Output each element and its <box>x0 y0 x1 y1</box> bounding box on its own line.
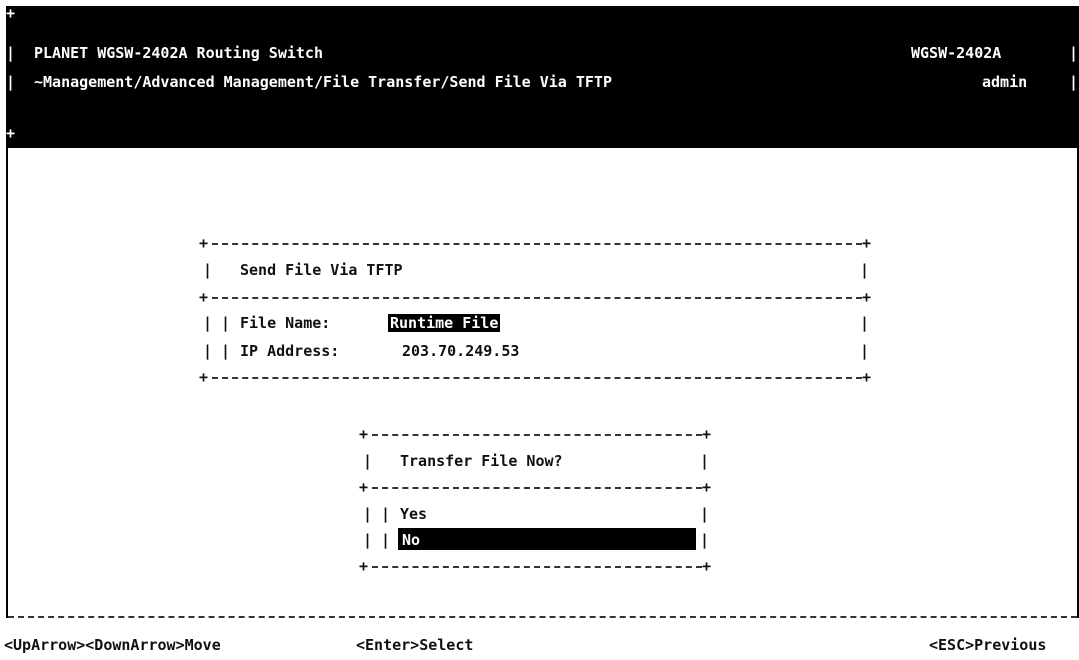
dialog-pipe-left: | <box>203 261 213 279</box>
dialog-corner-tr: + <box>862 234 872 252</box>
ip-address-label: IP Address: <box>240 342 340 360</box>
header-bar: + | PLANET WGSW-2402A Routing Switch WGS… <box>6 4 1079 148</box>
header-pipe-right-2: | <box>1069 73 1079 91</box>
header-pipe-left-2: | <box>6 73 16 91</box>
confirm-top-border <box>372 434 702 436</box>
confirm-pipe-left: | <box>363 452 373 470</box>
file-name-field[interactable]: Runtime File <box>388 314 501 332</box>
breadcrumb: ~Management/Advanced Management/File Tra… <box>34 73 612 91</box>
dialog-divider <box>212 297 862 299</box>
confirm-pipe-right: | <box>700 452 710 470</box>
confirm-divider-right: + <box>702 478 712 496</box>
header-title: PLANET WGSW-2402A Routing Switch <box>34 44 323 62</box>
confirm-corner-tl: + <box>359 425 369 443</box>
dialog-pipe-left: | | <box>203 342 231 360</box>
header-pipe-right-1: | <box>1069 44 1079 62</box>
dialog-top-border <box>212 243 862 245</box>
dialog-divider-right: + <box>862 288 872 306</box>
dialog-corner-tl: + <box>199 234 209 252</box>
footer-move-hint: <UpArrow><DownArrow>Move <box>4 636 221 654</box>
option-yes[interactable]: Yes <box>400 505 427 523</box>
dialog-divider-left: + <box>199 288 209 306</box>
header-user: admin <box>982 73 1028 91</box>
confirm-bottom-border <box>372 566 702 568</box>
ip-address-field[interactable]: 203.70.249.53 <box>402 342 519 360</box>
confirm-corner-tr: + <box>702 425 712 443</box>
confirm-divider-left: + <box>359 478 369 496</box>
dialog-pipe-right: | <box>860 314 870 332</box>
dialog-pipe-right: | <box>860 261 870 279</box>
confirm-title: Transfer File Now? <box>400 452 563 470</box>
header-model: WGSW-2402A <box>911 44 1002 62</box>
file-name-label: File Name: <box>240 314 331 332</box>
dialog-title: Send File Via TFTP <box>240 261 403 279</box>
terminal-screen: + | PLANET WGSW-2402A Routing Switch WGS… <box>0 0 1079 660</box>
footer-rule <box>8 616 1077 618</box>
footer-select-hint: <Enter>Select <box>356 636 474 654</box>
confirm-corner-bl: + <box>359 557 369 575</box>
dialog-corner-br: + <box>862 368 872 386</box>
screen-left-border <box>6 148 8 618</box>
header-top-rule: + <box>6 4 16 22</box>
confirm-pipe-left: | | <box>363 531 391 549</box>
footer-previous-hint: <ESC>Previous <box>929 636 1047 654</box>
dialog-pipe-left: | | <box>203 314 231 332</box>
confirm-corner-br: + <box>702 557 712 575</box>
confirm-pipe-left: | | <box>363 505 391 523</box>
option-no-highlight <box>398 528 696 550</box>
header-pipe-left-1: | <box>6 44 16 62</box>
confirm-pipe-right: | <box>700 531 710 549</box>
dialog-corner-bl: + <box>199 368 209 386</box>
dialog-pipe-right: | <box>860 342 870 360</box>
dialog-bottom-border <box>212 377 862 379</box>
header-bottom-rule: + <box>6 124 16 142</box>
option-no[interactable]: No <box>402 531 420 549</box>
confirm-divider <box>372 487 702 489</box>
confirm-pipe-right: | <box>700 505 710 523</box>
